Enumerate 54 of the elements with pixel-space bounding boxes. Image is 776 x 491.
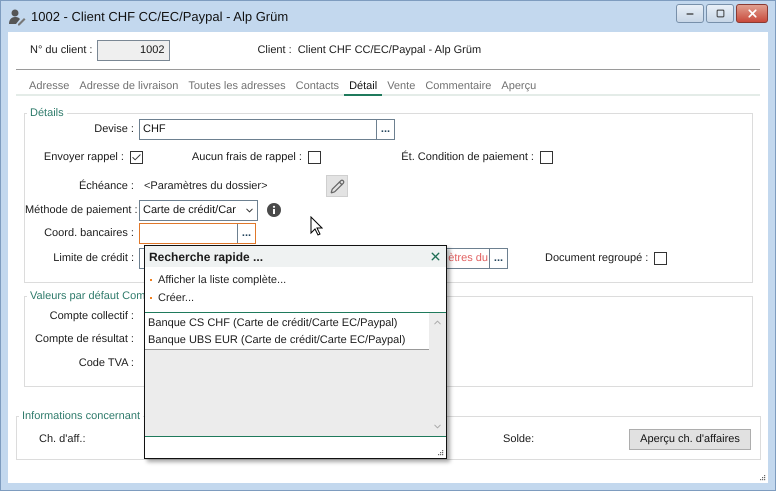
- group-title: Détails: [29, 107, 65, 119]
- checkbox-label: Ét. Condition de paiement :: [401, 151, 534, 163]
- checkbox-label: Document regroupé :: [545, 252, 648, 264]
- tab[interactable]: Adresse: [24, 80, 74, 96]
- field-label: Code TVA :: [78, 356, 135, 368]
- tab[interactable]: Toutes les adresses: [183, 80, 291, 96]
- tab[interactable]: Commentaire: [420, 80, 496, 96]
- checkbox-label: Envoyer rappel :: [44, 151, 124, 163]
- checkbox-label: Aucun frais de rappel :: [192, 151, 302, 163]
- checkbox[interactable]: [540, 150, 553, 164]
- field-label: Devise :: [93, 123, 135, 135]
- field-label: N° du client :: [30, 44, 92, 56]
- field-label: Solde:: [503, 433, 536, 445]
- field-label: Limite de crédit :: [52, 252, 135, 264]
- due-date-value: <Paramètres du dossier>: [144, 180, 269, 192]
- tab[interactable]: Vente: [382, 80, 420, 96]
- checkbox[interactable]: [654, 252, 668, 264]
- currency-field[interactable]: CHF ...: [139, 118, 395, 140]
- payment-method-dropdown[interactable]: Carte de crédit/Car: [139, 200, 258, 220]
- field-label: Méthode de paiement :: [25, 204, 139, 216]
- close-icon: [746, 7, 758, 20]
- info-icon: [267, 203, 281, 217]
- user-pen-icon: [8, 8, 26, 26]
- client-number-field[interactable]: 1002: [97, 40, 170, 60]
- field-label: Ch. d'aff.:: [39, 433, 87, 445]
- popup-title: Recherche rapide ...: [149, 250, 264, 264]
- action-link[interactable]: Créer...: [158, 292, 194, 304]
- field-label: Coord. bancaires :: [43, 227, 135, 239]
- edit-button[interactable]: [326, 175, 348, 197]
- close-icon[interactable]: [429, 250, 442, 263]
- resize-grip-icon[interactable]: [437, 449, 444, 456]
- field-label: Échéance :: [78, 180, 135, 192]
- checkbox[interactable]: [130, 150, 143, 164]
- tab[interactable]: Détail: [344, 80, 382, 96]
- resize-grip-icon[interactable]: [759, 474, 766, 481]
- result-item[interactable]: Banque CS CHF (Carte de crédit/Carte EC/Paypal): [145, 314, 429, 331]
- mouse-pointer-icon: [310, 216, 323, 236]
- window-title: 1002 - Client CHF CC/EC/Paypal - Alp Grüm: [31, 9, 290, 24]
- maximize-button[interactable]: [706, 4, 734, 23]
- field-label: Compte de résultat :: [34, 332, 135, 344]
- maximize-icon: [716, 9, 724, 18]
- tab[interactable]: Adresse de livraison: [74, 80, 184, 96]
- tab[interactable]: Contacts: [290, 80, 344, 96]
- group-title: Informations concernant: [21, 410, 142, 422]
- checkbox[interactable]: [308, 150, 321, 164]
- business-preview-button[interactable]: Aperçu ch. d'affaires: [629, 428, 751, 450]
- close-button[interactable]: [736, 4, 768, 23]
- tab[interactable]: Aperçu: [496, 80, 542, 96]
- bank-details-field[interactable]: ...: [139, 222, 256, 244]
- result-item[interactable]: Banque UBS EUR (Carte de crédit/Carte EC/Paypal): [145, 331, 429, 348]
- action-link[interactable]: Afficher la liste complète...: [158, 274, 286, 286]
- client-name: Client CHF CC/EC/Paypal - Alp Grüm: [298, 44, 482, 56]
- field-label: Compte collectif :: [48, 310, 135, 322]
- field-label: Client :: [257, 44, 292, 56]
